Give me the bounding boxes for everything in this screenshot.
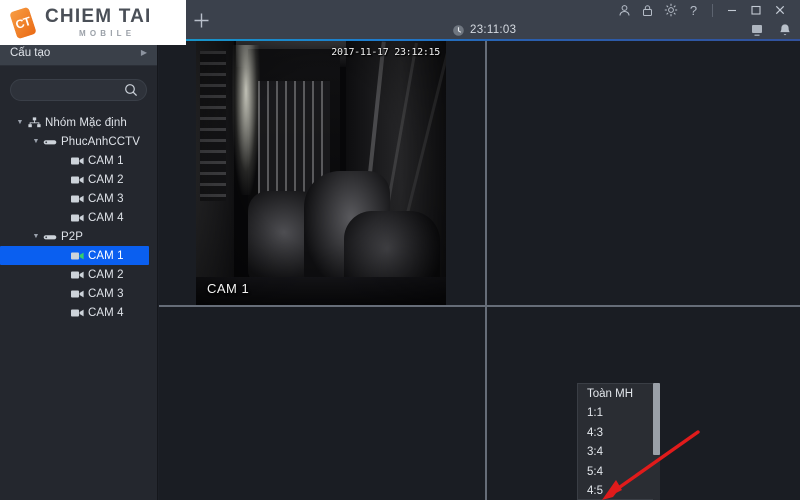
device-tree: ▼ Nhóm Mặc định ▼ PhucAnhCCTV CAM 1 CAM 2… xyxy=(0,110,157,322)
tree-item-label: PhucAnhCCTV xyxy=(61,135,141,148)
sidebar: Cấu tạo ▶ ▼ Nhóm Mặc định ▼ PhucAnhCCTV C… xyxy=(0,40,190,500)
tree-item-cam-3[interactable]: CAM 3 xyxy=(0,284,157,303)
tree-item-cam-2[interactable]: CAM 2 xyxy=(0,170,157,189)
tree-item-p2p[interactable]: ▼ P2P xyxy=(0,227,157,246)
plus-icon xyxy=(194,13,209,27)
grid-divider-horizontal xyxy=(159,305,800,307)
watermark-logo: CT CHIEM TAI MOBILE xyxy=(0,0,186,45)
minimize-icon xyxy=(728,9,736,12)
camera-icon xyxy=(69,156,85,166)
caret-down-icon[interactable]: ▼ xyxy=(30,233,42,240)
camera-icon xyxy=(69,213,85,223)
device-icon xyxy=(42,137,58,147)
watermark-title: CHIEM TAI xyxy=(45,6,152,27)
minimize-button[interactable] xyxy=(720,1,744,19)
tree-item-label: CAM 1 xyxy=(88,249,124,262)
aspect-option-toàn-mh[interactable]: Toàn MH xyxy=(578,384,653,404)
tray-icons xyxy=(750,23,792,38)
watermark-subtitle: MOBILE xyxy=(79,29,136,38)
help-icon-glyph: ? xyxy=(689,2,698,18)
aspect-option-4-3[interactable]: 4:3 xyxy=(578,423,653,443)
tree-item-cam-2[interactable]: CAM 2 xyxy=(0,265,157,284)
video-pane-2[interactable] xyxy=(487,41,800,305)
camera-icon xyxy=(69,308,85,318)
clock-text: 23:11:03 xyxy=(470,24,517,36)
search-area xyxy=(0,66,190,110)
aspect-ratio-menu-scrollbar-thumb[interactable] xyxy=(653,383,660,455)
lock-icon[interactable] xyxy=(636,1,659,19)
camera-icon xyxy=(69,289,85,299)
tree-item-nhóm-mặc-định[interactable]: ▼ Nhóm Mặc định xyxy=(0,113,157,132)
camera-icon xyxy=(69,194,85,204)
aspect-ratio-menu[interactable]: Toàn MH 1:1 4:3 3:4 5:4 4:5 xyxy=(577,383,653,500)
clock: 23:11:03 xyxy=(452,24,518,37)
watermark-text-block: CHIEM TAI MOBILE xyxy=(45,7,152,38)
titlebar-divider xyxy=(712,3,713,17)
tree-item-phucanhcctv[interactable]: ▼ PhucAnhCCTV xyxy=(0,132,157,151)
window-status-row: 23:11:03 xyxy=(452,20,792,40)
video-grid: 2017-11-17 23:12:15 CAM 1 xyxy=(159,41,800,500)
aspect-option-1-1[interactable]: 1:1 xyxy=(578,404,653,424)
notification-bell-icon[interactable] xyxy=(778,23,792,38)
video-pane-1[interactable]: 2017-11-17 23:12:15 CAM 1 xyxy=(159,41,485,305)
settings-gear-icon[interactable] xyxy=(659,1,682,19)
tree-item-cam-1[interactable]: CAM 1 xyxy=(0,246,149,265)
live-video-stream[interactable]: 2017-11-17 23:12:15 CAM 1 xyxy=(196,41,446,305)
monitor-icon[interactable] xyxy=(750,23,764,37)
aspect-option-5-4[interactable]: 5:4 xyxy=(578,462,653,482)
aspect-option-4-5[interactable]: 4:5 xyxy=(578,482,653,500)
user-icon[interactable] xyxy=(613,1,636,19)
tree-item-cam-3[interactable]: CAM 3 xyxy=(0,189,157,208)
chevron-right-icon: ▶ xyxy=(140,48,147,57)
tree-item-label: P2P xyxy=(61,230,84,243)
grid-divider-vertical xyxy=(485,41,487,500)
tree-item-cam-1[interactable]: CAM 1 xyxy=(0,151,157,170)
add-tab-button[interactable] xyxy=(180,0,222,40)
tree-item-cam-4[interactable]: CAM 4 xyxy=(0,303,157,322)
tree-item-label: CAM 3 xyxy=(88,287,124,300)
video-art-vignette xyxy=(196,41,446,305)
help-icon[interactable]: ? xyxy=(682,1,705,19)
video-pane-3[interactable] xyxy=(159,307,485,500)
close-icon xyxy=(775,5,785,15)
camera-icon xyxy=(69,175,85,185)
tree-item-label: Nhóm Mặc định xyxy=(45,116,127,129)
window-top-controls: ? xyxy=(613,0,792,20)
sidebar-section-label: Cấu tạo xyxy=(10,46,51,59)
close-button[interactable] xyxy=(768,1,792,19)
tree-item-label: CAM 2 xyxy=(88,268,124,281)
search-icon[interactable] xyxy=(123,82,139,98)
group-icon xyxy=(26,117,42,128)
video-camera-label-overlay: CAM 1 xyxy=(207,281,250,296)
tree-item-label: CAM 3 xyxy=(88,192,124,205)
maximize-icon xyxy=(751,5,761,15)
caret-down-icon[interactable]: ▼ xyxy=(30,138,42,145)
tree-item-label: CAM 2 xyxy=(88,173,124,186)
watermark-badge-text: CT xyxy=(13,13,33,32)
chiemtai-phone-icon: CT xyxy=(2,1,45,44)
tree-item-cam-4[interactable]: CAM 4 xyxy=(0,208,157,227)
aspect-option-3-4[interactable]: 3:4 xyxy=(578,443,653,463)
camera-icon-active xyxy=(69,251,85,261)
camera-icon xyxy=(69,270,85,280)
device-icon xyxy=(42,232,58,242)
tree-item-label: CAM 4 xyxy=(88,211,124,224)
window-controls-area: ? 23:11:03 xyxy=(452,0,800,40)
caret-down-icon[interactable]: ▼ xyxy=(14,119,26,126)
tree-item-label: CAM 1 xyxy=(88,154,124,167)
tree-item-label: CAM 4 xyxy=(88,306,124,319)
video-timestamp-overlay: 2017-11-17 23:12:15 xyxy=(331,47,440,58)
maximize-button[interactable] xyxy=(744,1,768,19)
clock-icon xyxy=(453,24,464,36)
search-box[interactable] xyxy=(10,79,190,101)
